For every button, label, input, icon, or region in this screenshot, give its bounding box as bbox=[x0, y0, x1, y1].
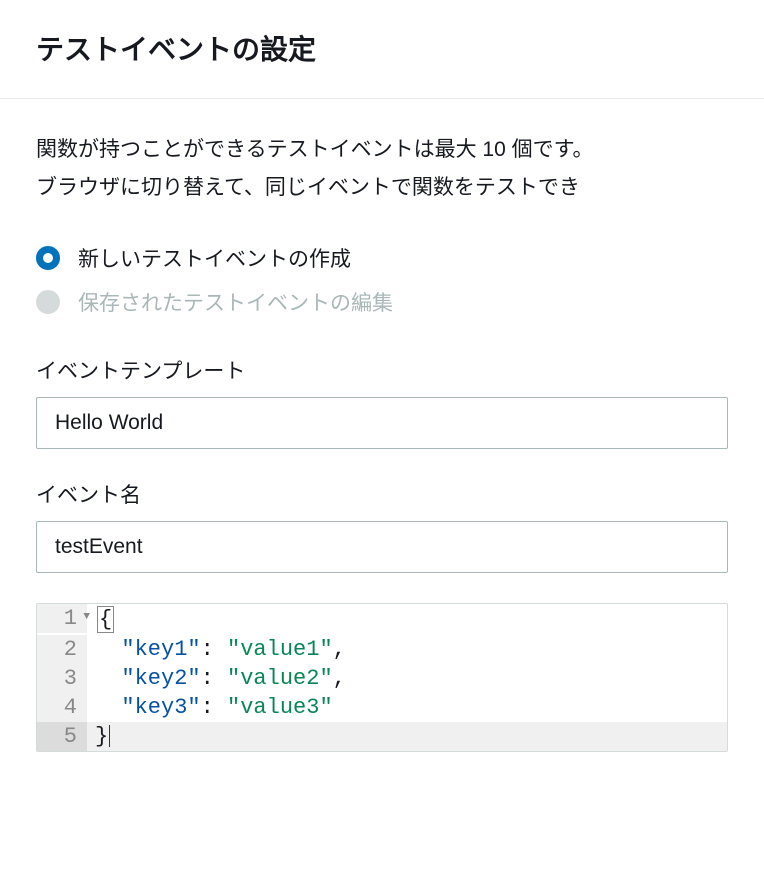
gutter-4: 4 bbox=[37, 693, 87, 722]
event-mode-radio-group: 新しいテストイベントの作成 保存されたテストイベントの編集 bbox=[36, 243, 728, 317]
gutter-2: 2 bbox=[37, 635, 87, 664]
code-line-5: 5 } bbox=[37, 722, 727, 751]
event-name-field: イベント名 bbox=[36, 479, 728, 573]
description-line2: ブラウザに切り替えて、同じイベントで関数をテストでき bbox=[36, 176, 580, 199]
description-line1: 関数が持つことができるテストイベントは最大 10 個です。 bbox=[36, 138, 594, 161]
code-content-1[interactable]: { bbox=[87, 604, 727, 635]
event-name-input[interactable] bbox=[36, 521, 728, 573]
text-cursor bbox=[109, 725, 110, 747]
radio-selected-icon bbox=[36, 246, 60, 270]
radio-create-new-label: 新しいテストイベントの作成 bbox=[78, 243, 351, 273]
json-code-editor[interactable]: 1 ▼ { 2 "key1": "value1", 3 "key2": "val… bbox=[36, 603, 728, 752]
event-template-value: Hello World bbox=[55, 411, 163, 434]
event-template-select[interactable]: Hello World bbox=[36, 397, 728, 449]
code-line-4: 4 "key3": "value3" bbox=[37, 693, 727, 722]
code-content-3[interactable]: "key2": "value2", bbox=[87, 664, 727, 693]
code-content-4[interactable]: "key3": "value3" bbox=[87, 693, 727, 722]
dialog-content: 関数が持つことができるテストイベントは最大 10 個です。 ブラウザに切り替えて… bbox=[0, 99, 764, 784]
event-template-label: イベントテンプレート bbox=[36, 355, 728, 385]
code-content-2[interactable]: "key1": "value1", bbox=[87, 635, 727, 664]
radio-edit-saved[interactable]: 保存されたテストイベントの編集 bbox=[36, 287, 728, 317]
gutter-5: 5 bbox=[37, 722, 87, 751]
code-line-2: 2 "key1": "value1", bbox=[37, 635, 727, 664]
gutter-3: 3 bbox=[37, 664, 87, 693]
gutter-1: 1 ▼ bbox=[37, 604, 87, 633]
dialog-title: テストイベントの設定 bbox=[36, 28, 728, 68]
event-template-field: イベントテンプレート Hello World bbox=[36, 355, 728, 449]
code-line-3: 3 "key2": "value2", bbox=[37, 664, 727, 693]
radio-edit-saved-label: 保存されたテストイベントの編集 bbox=[78, 287, 393, 317]
radio-unselected-icon bbox=[36, 290, 60, 314]
description-text: 関数が持つことができるテストイベントは最大 10 個です。 ブラウザに切り替えて… bbox=[36, 131, 728, 207]
fold-icon[interactable]: ▼ bbox=[83, 611, 90, 623]
radio-create-new[interactable]: 新しいテストイベントの作成 bbox=[36, 243, 728, 273]
code-line-1: 1 ▼ { bbox=[37, 604, 727, 635]
dialog-header: テストイベントの設定 bbox=[0, 0, 764, 99]
code-content-5[interactable]: } bbox=[87, 722, 727, 751]
event-name-label: イベント名 bbox=[36, 479, 728, 509]
